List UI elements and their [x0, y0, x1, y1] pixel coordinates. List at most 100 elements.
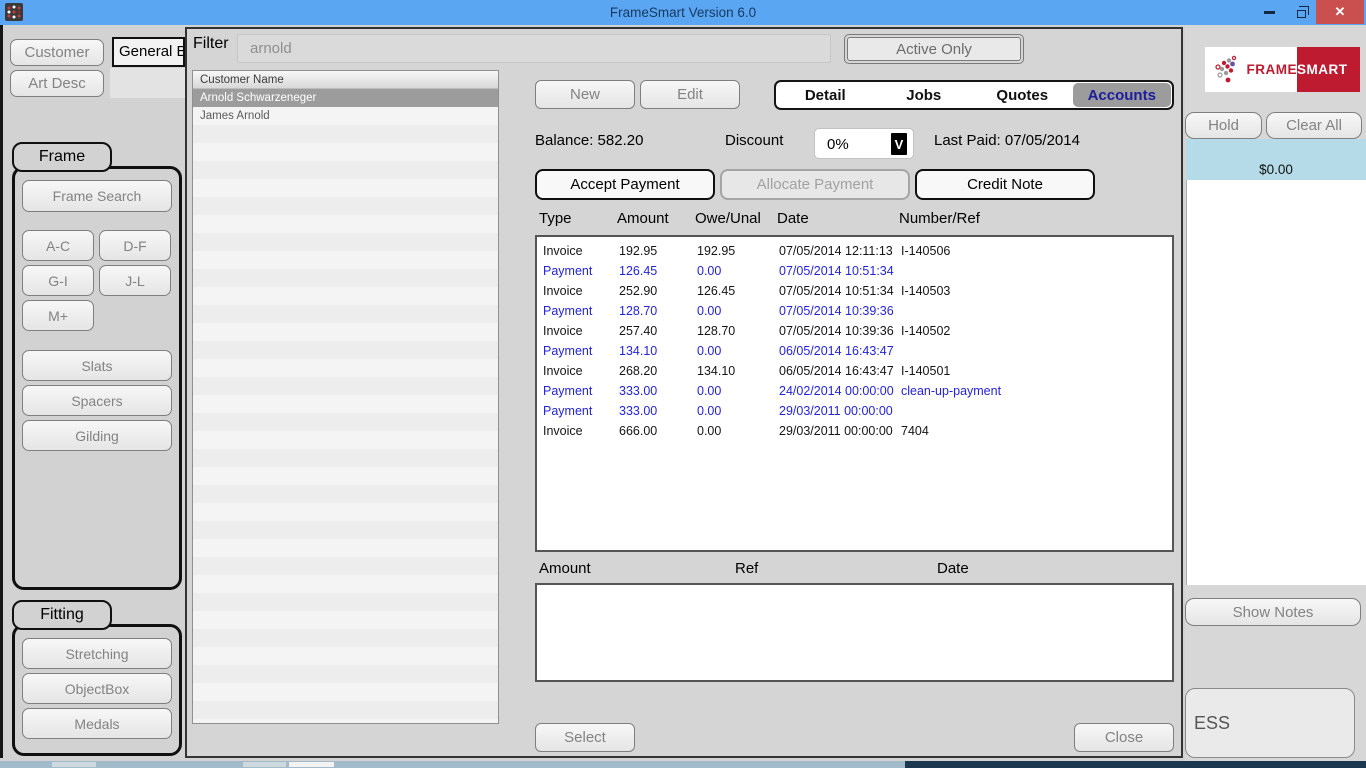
- transaction-row[interactable]: Payment 126.45 0.00 07/05/2014 10:51:34: [537, 261, 1172, 281]
- customer-list-item[interactable]: James Arnold: [193, 107, 498, 125]
- sidebar-customer-button[interactable]: Customer: [10, 39, 104, 66]
- transaction-row[interactable]: Invoice 268.20 134.10 06/05/2014 16:43:47 I-…: [537, 361, 1172, 381]
- transaction-cell-type: Payment: [543, 261, 592, 281]
- credit-note-button[interactable]: Credit Note: [915, 169, 1095, 200]
- transaction-cell-date: 07/05/2014 10:51:34: [779, 261, 894, 281]
- transaction-cell-date: 07/05/2014 10:39:36: [779, 301, 894, 321]
- transaction-cell-owe: 134.10: [697, 361, 735, 381]
- edit-button[interactable]: Edit: [640, 80, 740, 109]
- frame-search-button[interactable]: Frame Search: [22, 180, 172, 212]
- transaction-cell-type: Invoice: [543, 361, 583, 381]
- customer-list-header[interactable]: Customer Name: [193, 71, 498, 89]
- transaction-cell-date: 29/03/2011 00:00:00: [779, 421, 893, 441]
- transaction-cell-amount: 268.20: [619, 361, 657, 381]
- transaction-cell-type: Invoice: [543, 321, 583, 341]
- transaction-cell-type: Invoice: [543, 421, 583, 441]
- transaction-row[interactable]: Invoice257.40128.7007/05/2014 10:39:36I-…: [537, 321, 1172, 341]
- transaction-row[interactable]: Payment 333.00 0.00 29/03/2011 00:00:00: [537, 401, 1172, 421]
- medals-button[interactable]: Medals: [22, 708, 172, 739]
- customer-accounts-dialog: Filter Active Only Customer Name Arnold …: [185, 27, 1183, 758]
- transaction-cell-owe: 0.00: [697, 261, 721, 281]
- stretching-button[interactable]: Stretching: [22, 638, 172, 669]
- transaction-cell-date: 29/03/2011 00:00:00: [779, 401, 893, 421]
- column-header-date: Date: [777, 210, 809, 227]
- customer-list-item[interactable]: Arnold Schwarzeneger: [193, 89, 498, 107]
- transaction-cell-date: 07/05/2014 10:39:36: [779, 321, 894, 341]
- frame-group-label: Frame: [12, 142, 112, 172]
- sidebar-general-tab[interactable]: General B: [112, 37, 185, 67]
- order-panel: FRAME SMART Hold Clear All $0.00 Show No…: [1185, 25, 1366, 762]
- close-dialog-button[interactable]: Close: [1074, 723, 1174, 752]
- filter-input[interactable]: [237, 34, 831, 63]
- customer-list: Customer Name Arnold SchwarzenegerJames …: [192, 70, 499, 724]
- transaction-cell-type: Invoice: [543, 241, 583, 261]
- transaction-cell-ref: I-140501: [901, 361, 950, 381]
- transaction-row[interactable]: Payment134.100.0006/05/2014 16:43:47: [537, 341, 1172, 361]
- taskbar-fragment: [52, 762, 96, 767]
- dropdown-arrow-icon[interactable]: V: [891, 133, 907, 155]
- transaction-cell-owe: 0.00: [697, 341, 721, 361]
- spacers-button[interactable]: Spacers: [22, 385, 172, 416]
- active-only-button[interactable]: Active Only: [844, 34, 1024, 64]
- tab-jobs[interactable]: Jobs: [875, 82, 974, 108]
- transaction-cell-owe: 0.00: [697, 401, 721, 421]
- allocate-payment-button: Allocate Payment: [720, 169, 910, 200]
- transaction-cell-amount: 126.45: [619, 261, 657, 281]
- transaction-row[interactable]: Payment333.000.0024/02/2014 00:00:00clea…: [537, 381, 1172, 401]
- column-header-number-ref: Number/Ref: [899, 210, 980, 227]
- allocation-list[interactable]: [535, 583, 1174, 682]
- transaction-row[interactable]: Invoice192.95192.9507/05/2014 12:11:13I-…: [537, 241, 1172, 261]
- new-button[interactable]: New: [535, 80, 635, 109]
- framesmart-logo: FRAME SMART: [1205, 47, 1360, 92]
- gilding-button[interactable]: Gilding: [22, 420, 172, 451]
- alloc-header-date: Date: [937, 560, 969, 577]
- objectbox-button[interactable]: ObjectBox: [22, 673, 172, 704]
- frame-letter-button-gi[interactable]: G-I: [22, 265, 94, 296]
- slats-button[interactable]: Slats: [22, 350, 172, 381]
- minimize-button[interactable]: [1255, 0, 1283, 25]
- frame-letter-button-ac[interactable]: A-C: [22, 230, 94, 261]
- restore-button[interactable]: [1288, 0, 1314, 25]
- transaction-cell-amount: 333.00: [619, 381, 657, 401]
- frame-letter-button-m[interactable]: M+: [22, 300, 94, 331]
- clear-all-button[interactable]: Clear All: [1266, 112, 1362, 139]
- transaction-cell-date: 06/05/2014 16:43:47: [779, 361, 894, 381]
- taskbar-strip-left: [0, 761, 905, 768]
- transaction-cell-owe: 0.00: [697, 421, 721, 441]
- balance-label: Balance: 582.20: [535, 132, 643, 149]
- frame-letter-button-jl[interactable]: J-L: [99, 265, 171, 296]
- transaction-cell-date: 24/02/2014 00:00:00: [779, 381, 894, 401]
- transaction-row[interactable]: Invoice252.90126.4507/05/2014 10:51:34I-…: [537, 281, 1172, 301]
- transaction-cell-amount: 128.70: [619, 301, 657, 321]
- last-paid-label: Last Paid: 07/05/2014: [934, 132, 1080, 149]
- transaction-cell-date: 07/05/2014 12:11:13: [779, 241, 893, 261]
- tab-quotes[interactable]: Quotes: [973, 82, 1072, 108]
- transaction-row[interactable]: Payment128.700.0007/05/2014 10:39:36: [537, 301, 1172, 321]
- transaction-cell-type: Payment: [543, 401, 592, 421]
- transaction-cell-type: Invoice: [543, 281, 583, 301]
- show-notes-button[interactable]: Show Notes: [1185, 598, 1361, 626]
- accept-payment-button[interactable]: Accept Payment: [535, 169, 715, 200]
- window-title: FrameSmart Version 6.0: [0, 0, 1366, 25]
- close-window-button[interactable]: ✕: [1316, 0, 1364, 24]
- frame-letter-button-df[interactable]: D-F: [99, 230, 171, 261]
- transaction-row[interactable]: Invoice666.000.0029/03/2011 00:00:007404: [537, 421, 1172, 441]
- discount-dropdown[interactable]: 0% V: [814, 128, 914, 159]
- process-button[interactable]: ESS: [1185, 688, 1355, 758]
- app-window: FrameSmart Version 6.0 ✕ Customer Genera…: [0, 0, 1366, 768]
- transaction-cell-date: 06/05/2014 16:43:47: [779, 341, 894, 361]
- hold-button[interactable]: Hold: [1185, 112, 1262, 139]
- discount-label: Discount: [725, 132, 783, 149]
- fitting-group-label: Fitting: [12, 600, 112, 630]
- column-header-amount: Amount: [617, 210, 669, 227]
- transaction-cell-amount: 333.00: [619, 401, 657, 421]
- transaction-cell-ref: I-140503: [901, 281, 950, 301]
- tab-detail[interactable]: Detail: [776, 82, 875, 108]
- sidebar-art-desc-button[interactable]: Art Desc: [10, 70, 104, 97]
- column-header-owe-unal: Owe/Unal: [695, 210, 761, 227]
- taskbar-strip-right: [905, 761, 1366, 768]
- logo-white-section: FRAME: [1205, 47, 1297, 92]
- taskbar-fragment: [243, 762, 286, 767]
- tab-accounts[interactable]: Accounts: [1073, 83, 1172, 107]
- select-button[interactable]: Select: [535, 723, 635, 752]
